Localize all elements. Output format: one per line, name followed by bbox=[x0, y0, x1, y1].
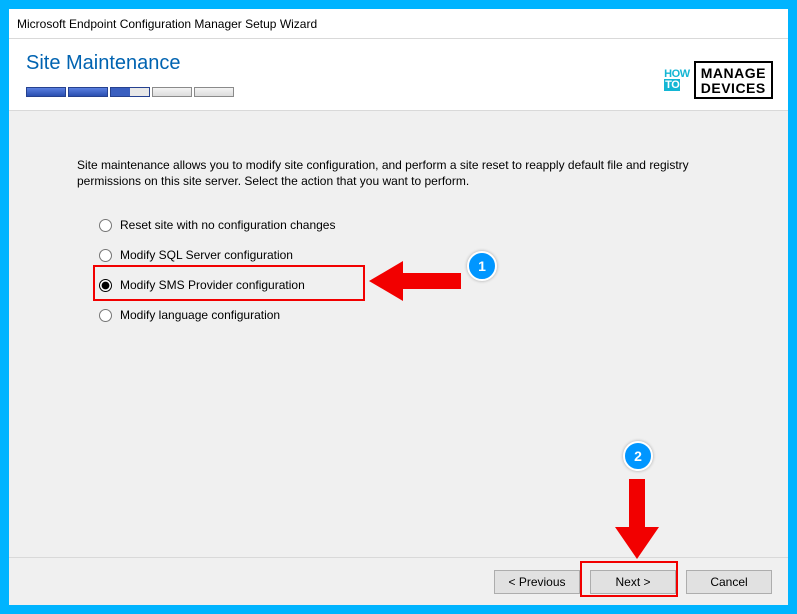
logo-manage-devices: MANAGE DEVICES bbox=[694, 61, 773, 99]
description-text: Site maintenance allows you to modify si… bbox=[77, 157, 717, 189]
option-reset-site[interactable]: Reset site with no configuration changes bbox=[99, 211, 599, 239]
option-modify-language[interactable]: Modify language configuration bbox=[99, 301, 599, 329]
radio-modify-language[interactable] bbox=[99, 309, 112, 322]
radio-reset-site[interactable] bbox=[99, 219, 112, 232]
progress-indicator bbox=[26, 87, 236, 99]
option-label: Modify SMS Provider configuration bbox=[120, 278, 305, 292]
progress-segment bbox=[152, 87, 192, 97]
options-group: Reset site with no configuration changes… bbox=[99, 211, 599, 331]
radio-modify-sql[interactable] bbox=[99, 249, 112, 262]
progress-segment bbox=[68, 87, 108, 97]
wizard-window: Microsoft Endpoint Configuration Manager… bbox=[9, 9, 788, 605]
logo-howto: HOW TO bbox=[664, 69, 690, 91]
wizard-content: Site maintenance allows you to modify si… bbox=[9, 111, 788, 557]
option-modify-sql[interactable]: Modify SQL Server configuration bbox=[99, 241, 599, 269]
progress-segment bbox=[110, 87, 150, 97]
progress-segment bbox=[26, 87, 66, 97]
option-modify-sms-provider[interactable]: Modify SMS Provider configuration bbox=[99, 271, 599, 299]
title-bar: Microsoft Endpoint Configuration Manager… bbox=[9, 9, 788, 39]
previous-button[interactable]: < Previous bbox=[494, 570, 580, 594]
watermark-logo: HOW TO MANAGE DEVICES bbox=[664, 61, 773, 99]
page-title: Site Maintenance bbox=[26, 52, 181, 75]
radio-modify-sms-provider[interactable] bbox=[99, 279, 112, 292]
option-label: Reset site with no configuration changes bbox=[120, 218, 335, 232]
wizard-header: Site Maintenance HOW TO MANAGE DEVICES bbox=[9, 39, 788, 111]
option-label: Modify language configuration bbox=[120, 308, 280, 322]
option-label: Modify SQL Server configuration bbox=[120, 248, 293, 262]
next-button[interactable]: Next > bbox=[590, 570, 676, 594]
cancel-button[interactable]: Cancel bbox=[686, 570, 772, 594]
window-title: Microsoft Endpoint Configuration Manager… bbox=[17, 17, 317, 31]
wizard-footer: < Previous Next > Cancel bbox=[9, 557, 788, 605]
progress-segment bbox=[194, 87, 234, 97]
